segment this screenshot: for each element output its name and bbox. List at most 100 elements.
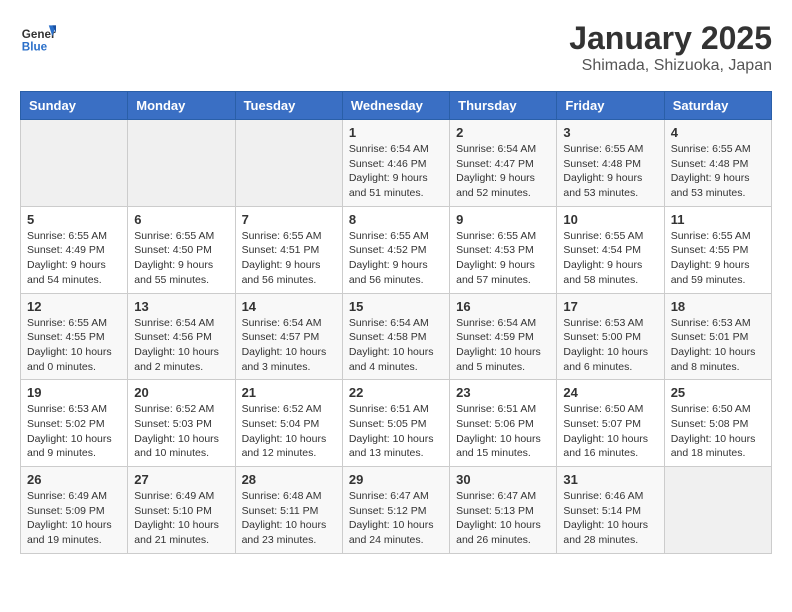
- weekday-header-saturday: Saturday: [664, 92, 771, 120]
- weekday-header-sunday: Sunday: [21, 92, 128, 120]
- day-cell: 26 Sunrise: 6:49 AM Sunset: 5:09 PM Dayli…: [21, 467, 128, 554]
- logo: General Blue: [20, 20, 56, 56]
- weekday-header-monday: Monday: [128, 92, 235, 120]
- day-number: 4: [671, 125, 765, 140]
- day-cell: 7Sunrise: 6:55 AM Sunset: 4:51 PM Daylig…: [235, 206, 342, 293]
- day-info: Sunrise: 6:55 AM Sunset: 4:50 PM Dayligh…: [134, 229, 228, 288]
- day-info: Sunrise: 6:49 AM Sunset: 5:09 PM Dayligh…: [27, 489, 121, 548]
- day-number: 12: [27, 299, 121, 314]
- day-cell: [21, 120, 128, 207]
- day-info: Sunrise: 6:55 AM Sunset: 4:53 PM Dayligh…: [456, 229, 550, 288]
- day-info: Sunrise: 6:55 AM Sunset: 4:55 PM Dayligh…: [671, 229, 765, 288]
- day-info: Sunrise: 6:55 AM Sunset: 4:51 PM Dayligh…: [242, 229, 336, 288]
- day-info: Sunrise: 6:47 AM Sunset: 5:13 PM Dayligh…: [456, 489, 550, 548]
- day-info: Sunrise: 6:48 AM Sunset: 5:11 PM Dayligh…: [242, 489, 336, 548]
- day-cell: 20 Sunrise: 6:52 AM Sunset: 5:03 PM Dayli…: [128, 380, 235, 467]
- day-info: Sunrise: 6:55 AM Sunset: 4:48 PM Dayligh…: [563, 142, 657, 201]
- day-info: Sunrise: 6:53 AM Sunset: 5:02 PM Dayligh…: [27, 402, 121, 461]
- day-cell: 22Sunrise: 6:51 AM Sunset: 5:05 PM Dayli…: [342, 380, 449, 467]
- day-cell: 10 Sunrise: 6:55 AM Sunset: 4:54 PM Dayli…: [557, 206, 664, 293]
- day-info: Sunrise: 6:50 AM Sunset: 5:07 PM Dayligh…: [563, 402, 657, 461]
- day-info: Sunrise: 6:55 AM Sunset: 4:54 PM Dayligh…: [563, 229, 657, 288]
- svg-text:Blue: Blue: [22, 41, 48, 54]
- day-cell: 9 Sunrise: 6:55 AM Sunset: 4:53 PM Daylig…: [450, 206, 557, 293]
- day-info: Sunrise: 6:50 AM Sunset: 5:08 PM Dayligh…: [671, 402, 765, 461]
- day-cell: 27 Sunrise: 6:49 AM Sunset: 5:10 PM Dayli…: [128, 467, 235, 554]
- day-number: 24: [563, 385, 657, 400]
- day-cell: 5Sunrise: 6:55 AM Sunset: 4:49 PM Daylig…: [21, 206, 128, 293]
- day-info: Sunrise: 6:54 AM Sunset: 4:56 PM Dayligh…: [134, 316, 228, 375]
- page-header: General Blue January 2025 Shimada, Shizu…: [20, 20, 772, 75]
- day-info: Sunrise: 6:54 AM Sunset: 4:59 PM Dayligh…: [456, 316, 550, 375]
- day-info: Sunrise: 6:52 AM Sunset: 5:04 PM Dayligh…: [242, 402, 336, 461]
- day-cell: [235, 120, 342, 207]
- day-number: 1: [349, 125, 443, 140]
- day-info: Sunrise: 6:54 AM Sunset: 4:58 PM Dayligh…: [349, 316, 443, 375]
- day-number: 20: [134, 385, 228, 400]
- day-cell: 14 Sunrise: 6:54 AM Sunset: 4:57 PM Dayli…: [235, 293, 342, 380]
- day-number: 2: [456, 125, 550, 140]
- day-number: 19: [27, 385, 121, 400]
- day-number: 16: [456, 299, 550, 314]
- day-info: Sunrise: 6:51 AM Sunset: 5:05 PM Dayligh…: [349, 402, 443, 461]
- title-section: January 2025 Shimada, Shizuoka, Japan: [569, 20, 772, 75]
- weekday-header-thursday: Thursday: [450, 92, 557, 120]
- week-row-5: 26 Sunrise: 6:49 AM Sunset: 5:09 PM Dayli…: [21, 467, 772, 554]
- day-cell: 28 Sunrise: 6:48 AM Sunset: 5:11 PM Dayli…: [235, 467, 342, 554]
- day-cell: 15Sunrise: 6:54 AM Sunset: 4:58 PM Dayli…: [342, 293, 449, 380]
- day-info: Sunrise: 6:46 AM Sunset: 5:14 PM Dayligh…: [563, 489, 657, 548]
- day-number: 13: [134, 299, 228, 314]
- day-info: Sunrise: 6:54 AM Sunset: 4:57 PM Dayligh…: [242, 316, 336, 375]
- day-number: 21: [242, 385, 336, 400]
- calendar-title: January 2025: [569, 20, 772, 57]
- day-number: 9: [456, 212, 550, 227]
- calendar-table: SundayMondayTuesdayWednesdayThursdayFrid…: [20, 91, 772, 554]
- day-cell: 16 Sunrise: 6:54 AM Sunset: 4:59 PM Dayli…: [450, 293, 557, 380]
- day-number: 27: [134, 472, 228, 487]
- week-row-4: 19 Sunrise: 6:53 AM Sunset: 5:02 PM Dayli…: [21, 380, 772, 467]
- day-number: 31: [563, 472, 657, 487]
- day-cell: 31 Sunrise: 6:46 AM Sunset: 5:14 PM Dayli…: [557, 467, 664, 554]
- day-cell: 1 Sunrise: 6:54 AM Sunset: 4:46 PM Daylig…: [342, 120, 449, 207]
- day-cell: 2 Sunrise: 6:54 AM Sunset: 4:47 PM Daylig…: [450, 120, 557, 207]
- day-cell: 19 Sunrise: 6:53 AM Sunset: 5:02 PM Dayli…: [21, 380, 128, 467]
- day-number: 14: [242, 299, 336, 314]
- day-cell: 18Sunrise: 6:53 AM Sunset: 5:01 PM Dayli…: [664, 293, 771, 380]
- day-info: Sunrise: 6:55 AM Sunset: 4:52 PM Dayligh…: [349, 229, 443, 288]
- day-cell: 8Sunrise: 6:55 AM Sunset: 4:52 PM Daylig…: [342, 206, 449, 293]
- day-number: 11: [671, 212, 765, 227]
- day-number: 17: [563, 299, 657, 314]
- day-cell: 29 Sunrise: 6:47 AM Sunset: 5:12 PM Dayli…: [342, 467, 449, 554]
- day-number: 6: [134, 212, 228, 227]
- day-number: 28: [242, 472, 336, 487]
- day-info: Sunrise: 6:53 AM Sunset: 5:00 PM Dayligh…: [563, 316, 657, 375]
- day-number: 3: [563, 125, 657, 140]
- weekday-header-wednesday: Wednesday: [342, 92, 449, 120]
- week-row-2: 5Sunrise: 6:55 AM Sunset: 4:49 PM Daylig…: [21, 206, 772, 293]
- day-number: 18: [671, 299, 765, 314]
- day-number: 26: [27, 472, 121, 487]
- day-info: Sunrise: 6:55 AM Sunset: 4:55 PM Dayligh…: [27, 316, 121, 375]
- day-number: 29: [349, 472, 443, 487]
- weekday-header-tuesday: Tuesday: [235, 92, 342, 120]
- day-cell: [128, 120, 235, 207]
- day-info: Sunrise: 6:52 AM Sunset: 5:03 PM Dayligh…: [134, 402, 228, 461]
- day-cell: 11 Sunrise: 6:55 AM Sunset: 4:55 PM Dayli…: [664, 206, 771, 293]
- weekday-header-friday: Friday: [557, 92, 664, 120]
- day-info: Sunrise: 6:54 AM Sunset: 4:47 PM Dayligh…: [456, 142, 550, 201]
- day-cell: 23Sunrise: 6:51 AM Sunset: 5:06 PM Dayli…: [450, 380, 557, 467]
- day-number: 10: [563, 212, 657, 227]
- day-info: Sunrise: 6:47 AM Sunset: 5:12 PM Dayligh…: [349, 489, 443, 548]
- day-cell: 6 Sunrise: 6:55 AM Sunset: 4:50 PM Daylig…: [128, 206, 235, 293]
- logo-icon: General Blue: [20, 20, 56, 56]
- day-number: 23: [456, 385, 550, 400]
- day-info: Sunrise: 6:49 AM Sunset: 5:10 PM Dayligh…: [134, 489, 228, 548]
- day-info: Sunrise: 6:55 AM Sunset: 4:49 PM Dayligh…: [27, 229, 121, 288]
- day-cell: 21 Sunrise: 6:52 AM Sunset: 5:04 PM Dayli…: [235, 380, 342, 467]
- day-cell: 24 Sunrise: 6:50 AM Sunset: 5:07 PM Dayli…: [557, 380, 664, 467]
- day-cell: 12 Sunrise: 6:55 AM Sunset: 4:55 PM Dayli…: [21, 293, 128, 380]
- day-number: 25: [671, 385, 765, 400]
- day-cell: 3 Sunrise: 6:55 AM Sunset: 4:48 PM Daylig…: [557, 120, 664, 207]
- day-info: Sunrise: 6:54 AM Sunset: 4:46 PM Dayligh…: [349, 142, 443, 201]
- week-row-3: 12 Sunrise: 6:55 AM Sunset: 4:55 PM Dayli…: [21, 293, 772, 380]
